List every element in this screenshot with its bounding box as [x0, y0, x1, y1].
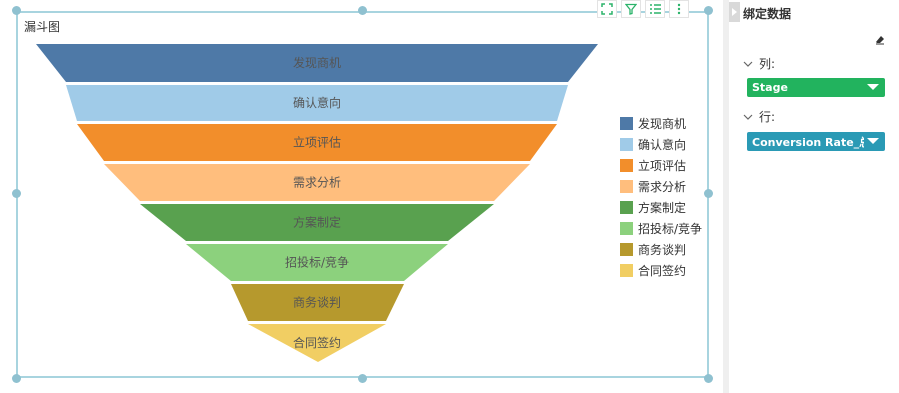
funnel-chart: 发现商机确认意向立项评估需求分析方案制定招投标/竞争商务谈判合同签约 — [36, 44, 598, 362]
rows-field-value: Conversion Rate_总... — [752, 135, 864, 149]
legend-swatch — [620, 222, 633, 235]
dropdown-arrow-icon — [867, 138, 879, 144]
legend-item[interactable]: 发现商机 — [620, 113, 702, 134]
funnel-segment-label: 商务谈判 — [293, 295, 341, 310]
legend-item[interactable]: 招投标/竞争 — [620, 218, 702, 239]
eraser-icon — [876, 36, 884, 45]
funnel-segment-label: 需求分析 — [293, 176, 341, 190]
legend-label: 合同签约 — [638, 264, 687, 278]
legend-swatch — [620, 243, 633, 256]
dropdown-arrow-icon — [867, 84, 879, 90]
legend-swatch — [620, 138, 633, 151]
panel-header: 绑定数据 — [729, 0, 899, 24]
funnel-segment-label: 招投标/竞争 — [285, 255, 349, 270]
legend-label: 方案制定 — [638, 201, 687, 215]
collapse-panel-button[interactable] — [729, 2, 740, 22]
legend-label: 确认意向 — [638, 138, 687, 152]
chevron-down-icon — [743, 61, 753, 67]
legend-swatch — [620, 201, 633, 214]
funnel-segment-label: 立项评估 — [293, 135, 341, 150]
chart-legend: 发现商机确认意向立项评估需求分析方案制定招投标/竞争 商务谈判合同签约 — [620, 113, 702, 281]
legend-swatch — [620, 180, 633, 193]
legend-item[interactable]: 商务谈判 — [620, 239, 702, 260]
clear-bindings-button[interactable] — [874, 30, 886, 49]
legend-item[interactable]: 方案制定 — [620, 197, 702, 218]
columns-field-value: Stage — [752, 81, 788, 94]
columns-section-header[interactable]: 列: — [743, 55, 775, 72]
funnel-segment-label: 确认意向 — [293, 95, 341, 110]
funnel-segment-label: 合同签约 — [293, 335, 341, 350]
columns-label: 列: — [759, 57, 776, 71]
legend-item[interactable]: 合同签约 — [620, 260, 702, 281]
legend-item[interactable]: 立项评估 — [620, 155, 702, 176]
funnel-segment-label: 方案制定 — [293, 215, 341, 230]
rows-section-header[interactable]: 行: — [743, 108, 775, 125]
legend-label: 商务谈判 — [638, 243, 687, 257]
chevron-down-icon — [743, 114, 753, 120]
legend-swatch — [620, 117, 633, 130]
legend-label: 发现商机 — [638, 117, 687, 131]
legend-item[interactable]: 需求分析 — [620, 176, 702, 197]
legend-swatch — [620, 264, 633, 277]
legend-label: 需求分析 — [638, 180, 687, 194]
rows-label: 行: — [759, 110, 776, 124]
panel-title: 绑定数据 — [743, 7, 792, 21]
legend-item[interactable]: 确认意向 — [620, 134, 702, 155]
legend-label: 立项评估 — [638, 159, 687, 173]
funnel-segment-label: 发现商机 — [293, 55, 341, 70]
columns-field-select[interactable]: Stage — [747, 78, 885, 97]
canvas-area: 漏斗图 发现商机 确认意向 立项评估 需求分析 方案制定 招投标/竞争 商务谈判 合同签约 发… — [0, 0, 723, 393]
rows-field-select[interactable]: Conversion Rate_总... — [747, 132, 885, 151]
legend-swatch — [620, 159, 633, 172]
legend-label: 招投标/竞争 — [638, 222, 703, 236]
bind-data-panel: 绑定数据 列: Stage 行: Conversion Rate_总... — [729, 0, 899, 393]
